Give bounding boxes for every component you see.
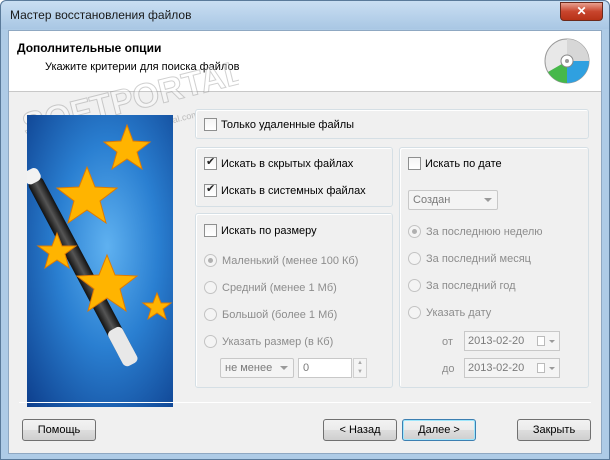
- search-hidden-checkbox[interactable]: [204, 155, 217, 170]
- size-value: 0: [303, 362, 310, 374]
- only-deleted-label: Только удаленные файлы: [221, 118, 355, 131]
- stepper-up-icon[interactable]: ▲: [354, 359, 366, 368]
- window-title: Мастер восстановления файлов: [10, 8, 192, 22]
- date-type-select[interactable]: Создан: [408, 190, 498, 210]
- chevron-down-icon: [280, 366, 288, 370]
- date-month-option[interactable]: За последний месяц: [408, 252, 531, 265]
- date-to-value: 2013-02-20: [468, 362, 525, 374]
- search-by-date-row[interactable]: Искать по дате: [408, 157, 502, 170]
- file-attributes-panel: Искать в скрытых файлах Искать в системн…: [195, 147, 393, 207]
- search-system-checkbox[interactable]: [204, 182, 217, 197]
- stepper-down-icon[interactable]: ▼: [354, 368, 366, 377]
- search-system-label: Искать в системных файлах: [221, 184, 366, 197]
- date-from-picker[interactable]: 2013-02-20: [464, 331, 560, 351]
- back-button[interactable]: < Назад: [323, 419, 397, 441]
- search-hidden-label: Искать в скрытых файлах: [221, 157, 354, 170]
- date-year-label: За последний год: [426, 279, 516, 292]
- size-large-radio[interactable]: [204, 308, 217, 321]
- date-week-option[interactable]: За последнюю неделю: [408, 225, 543, 238]
- date-month-radio[interactable]: [408, 252, 421, 265]
- search-by-size-label: Искать по размеру: [221, 224, 317, 237]
- search-by-date-checkbox[interactable]: [408, 157, 421, 170]
- only-deleted-panel: Только удаленные файлы: [195, 109, 589, 139]
- size-medium-option[interactable]: Средний (менее 1 Мб): [204, 281, 337, 294]
- size-large-option[interactable]: Большой (более 1 Мб): [204, 308, 337, 321]
- next-button[interactable]: Далее >: [402, 419, 476, 441]
- wizard-banner-image: [27, 115, 173, 407]
- size-small-label: Маленький (менее 100 Кб): [222, 254, 359, 267]
- size-custom-label: Указать размер (в Кб): [222, 335, 334, 348]
- footer-divider: [19, 402, 591, 403]
- magic-wand-icon: [27, 123, 173, 367]
- search-by-size-row[interactable]: Искать по размеру: [204, 224, 317, 237]
- date-year-radio[interactable]: [408, 279, 421, 292]
- size-large-label: Большой (более 1 Мб): [222, 308, 338, 321]
- wizard-window: Мастер восстановления файлов ✕ Дополните…: [0, 0, 610, 460]
- date-to-label: до: [442, 363, 455, 375]
- size-small-option[interactable]: Маленький (менее 100 Кб): [204, 254, 358, 267]
- page-subtitle: Укажите критерии для поиска файлов: [45, 61, 240, 73]
- calendar-icon: [537, 363, 545, 373]
- date-panel: Искать по дате Создан За последнюю недел…: [399, 147, 589, 388]
- date-week-label: За последнюю неделю: [426, 225, 543, 238]
- disc-icon: [544, 38, 590, 84]
- search-hidden-row[interactable]: Искать в скрытых файлах: [204, 155, 354, 170]
- only-deleted-checkbox[interactable]: [204, 118, 217, 131]
- date-month-label: За последний месяц: [426, 252, 531, 265]
- date-year-option[interactable]: За последний год: [408, 279, 516, 292]
- close-button[interactable]: Закрыть: [517, 419, 591, 441]
- chevron-down-icon: [549, 340, 555, 343]
- page-title: Дополнительные опции: [17, 41, 162, 55]
- help-button[interactable]: Помощь: [22, 419, 96, 441]
- size-value-stepper[interactable]: ▲ ▼: [353, 358, 367, 378]
- date-from-value: 2013-02-20: [468, 335, 525, 347]
- date-to-picker[interactable]: 2013-02-20: [464, 358, 560, 378]
- size-comparison-value: не менее: [225, 362, 273, 374]
- close-window-button[interactable]: ✕: [560, 2, 603, 21]
- size-value-input[interactable]: 0: [298, 358, 352, 378]
- date-week-radio[interactable]: [408, 225, 421, 238]
- size-medium-radio[interactable]: [204, 281, 217, 294]
- title-bar[interactable]: Мастер восстановления файлов ✕: [1, 1, 609, 29]
- date-type-value: Создан: [413, 194, 451, 206]
- date-custom-option[interactable]: Указать дату: [408, 306, 491, 319]
- size-custom-radio[interactable]: [204, 335, 217, 348]
- search-system-row[interactable]: Искать в системных файлах: [204, 182, 366, 197]
- wizard-header: Дополнительные опции Укажите критерии дл…: [9, 31, 601, 92]
- chevron-down-icon: [549, 367, 555, 370]
- size-medium-label: Средний (менее 1 Мб): [222, 281, 337, 294]
- size-small-radio[interactable]: [204, 254, 217, 267]
- chevron-down-icon: [484, 198, 492, 202]
- date-from-label: от: [442, 336, 453, 348]
- size-panel: Искать по размеру Маленький (менее 100 К…: [195, 213, 393, 388]
- date-custom-label: Указать дату: [426, 306, 492, 319]
- size-custom-option[interactable]: Указать размер (в Кб): [204, 335, 333, 348]
- date-custom-radio[interactable]: [408, 306, 421, 319]
- calendar-icon: [537, 336, 545, 346]
- search-by-size-checkbox[interactable]: [204, 224, 217, 237]
- search-by-date-label: Искать по дате: [425, 157, 502, 170]
- size-comparison-select[interactable]: не менее: [220, 358, 294, 378]
- wizard-body: Дополнительные опции Укажите критерии дл…: [8, 30, 602, 454]
- only-deleted-checkbox-row[interactable]: Только удаленные файлы: [204, 118, 354, 131]
